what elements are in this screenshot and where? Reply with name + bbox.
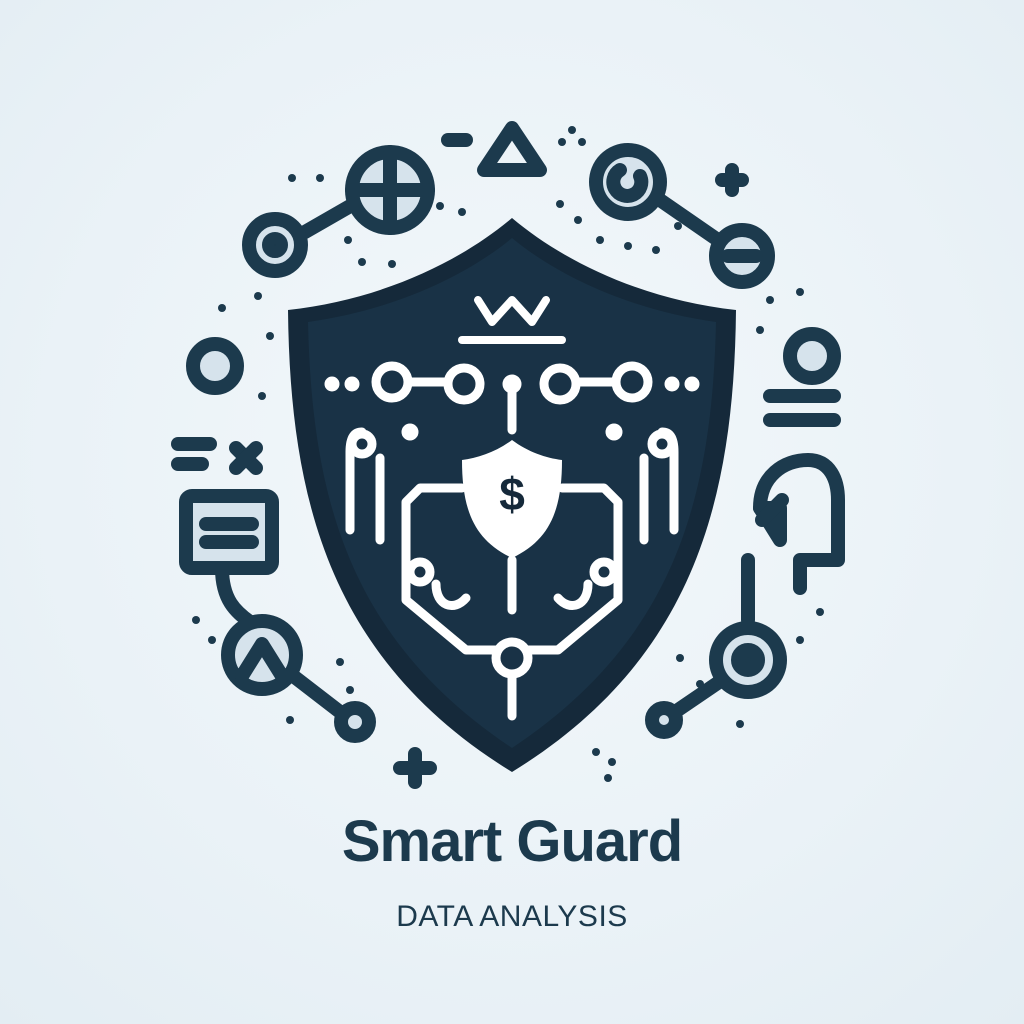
- target-node-left-icon: [242, 212, 308, 278]
- person-icon: [763, 327, 841, 427]
- close-icon: [171, 437, 263, 475]
- crosshair-icon: [345, 145, 435, 235]
- logo-canvas: $ Smart Guard DATA ANALYSIS: [0, 0, 1024, 1024]
- brand-subtitle: DATA ANALYSIS: [396, 900, 628, 933]
- brand-title: Smart Guard: [341, 809, 683, 874]
- plus-bottom-icon: [393, 747, 437, 789]
- profile-head-icon: [753, 453, 845, 595]
- minus-circle-icon: [709, 223, 775, 289]
- chart-node-icon: [221, 614, 303, 696]
- target-icon: [589, 143, 667, 221]
- document-icon: [179, 489, 279, 575]
- user-node-icon: [186, 337, 244, 395]
- plus-icon: [715, 163, 749, 197]
- triangle-icon: [477, 121, 547, 177]
